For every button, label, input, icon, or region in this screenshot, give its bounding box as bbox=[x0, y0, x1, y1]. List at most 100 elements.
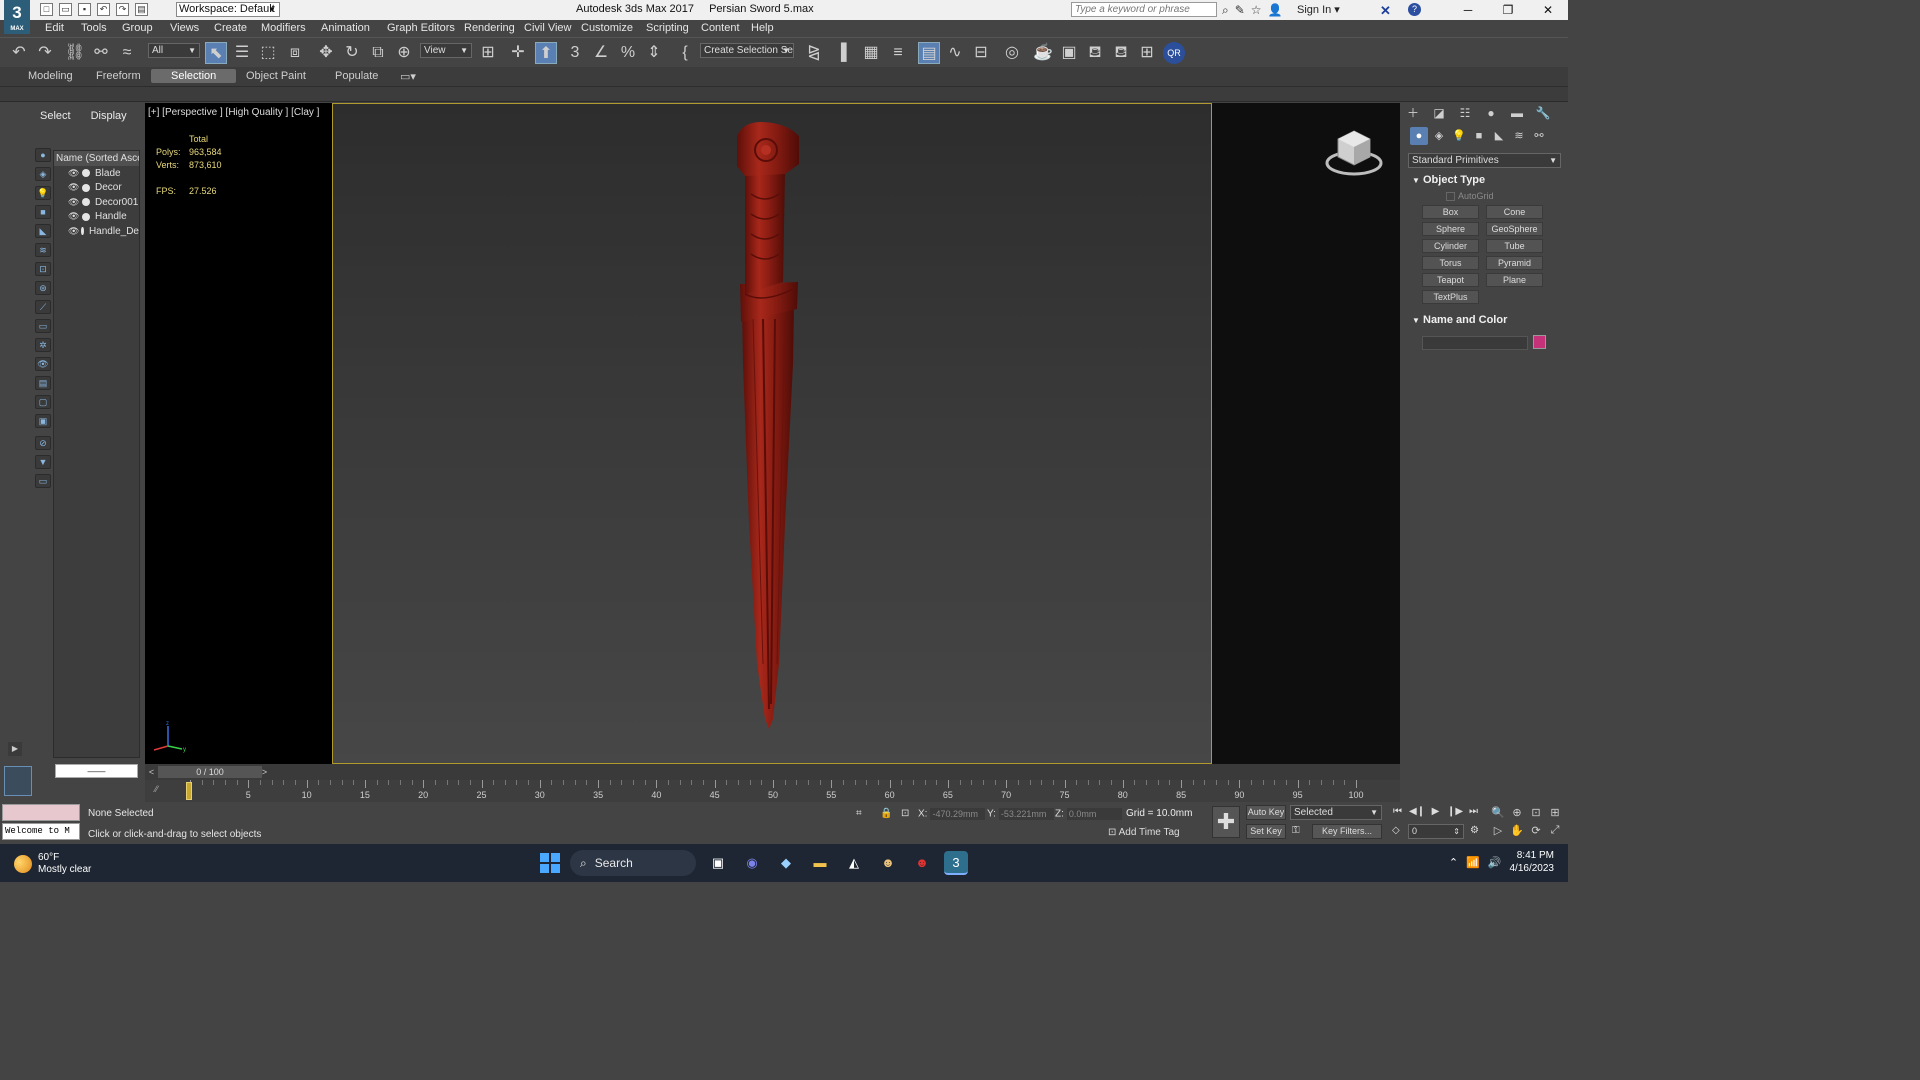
window-crossing-icon[interactable]: ⧈ bbox=[284, 42, 306, 64]
name-and-color-rollout[interactable]: ▼ Name and Color bbox=[1408, 313, 1561, 328]
time-slider[interactable]: < 0 / 100 > bbox=[145, 764, 1400, 780]
visual-studio-icon[interactable]: ◆ bbox=[774, 851, 798, 875]
menu-content[interactable]: Content bbox=[701, 22, 740, 34]
freeze-dot-icon[interactable] bbox=[81, 227, 84, 236]
app-character-icon[interactable]: ☻ bbox=[876, 851, 900, 875]
help-search-input[interactable]: Type a keyword or phrase bbox=[1071, 2, 1217, 17]
reference-coordinate-dropdown[interactable]: View ▼ bbox=[420, 43, 472, 58]
cameras-category-icon[interactable]: ■ bbox=[1470, 127, 1488, 145]
display-bones-icon[interactable]: ⟋ bbox=[35, 300, 51, 314]
menu-scripting[interactable]: Scripting bbox=[646, 22, 689, 34]
display-hidden-icon[interactable]: 👁 bbox=[35, 357, 51, 371]
toggle-ribbon-icon[interactable]: ≡ bbox=[887, 42, 909, 64]
unlink-icon[interactable]: ⚯ bbox=[90, 42, 112, 64]
visibility-eye-icon[interactable]: 👁 bbox=[68, 197, 80, 208]
viewcube-icon[interactable] bbox=[1325, 127, 1383, 179]
systems-category-icon[interactable]: ⚯ bbox=[1530, 127, 1548, 145]
select-object-icon[interactable]: ⬉ bbox=[205, 42, 227, 64]
spacewarps-category-icon[interactable]: ≋ bbox=[1510, 127, 1528, 145]
absolute-mode-icon[interactable]: ⊡ bbox=[901, 808, 909, 819]
time-slider-thumb[interactable]: 0 / 100 bbox=[158, 766, 262, 778]
teams-chat-icon[interactable]: ◉ bbox=[740, 851, 764, 875]
communication-icon[interactable]: ✎ bbox=[1235, 3, 1245, 18]
menu-views[interactable]: Views bbox=[170, 22, 199, 34]
ribbon-tab-freeform[interactable]: Freeform bbox=[96, 70, 141, 82]
y-coordinate-field[interactable]: -53.221mm bbox=[998, 808, 1054, 820]
ribbon-tab-modeling[interactable]: Modeling bbox=[28, 70, 73, 82]
material-editor-icon[interactable]: ◎ bbox=[1001, 42, 1023, 64]
display-tab-icon[interactable]: ▬ bbox=[1504, 103, 1530, 123]
select-manipulate-icon[interactable]: ✛ bbox=[507, 42, 529, 64]
move-icon[interactable]: ✥ bbox=[315, 42, 337, 64]
unity-icon[interactable]: ◭ bbox=[842, 851, 866, 875]
time-slider-prev-icon[interactable]: < bbox=[146, 766, 157, 778]
render-iterative-icon[interactable]: ⛾ bbox=[1110, 42, 1132, 64]
sphere-button[interactable]: Sphere bbox=[1422, 222, 1479, 236]
app-avatar-icon[interactable]: ☻ bbox=[910, 851, 934, 875]
list-item[interactable]: 👁 Handle bbox=[54, 210, 139, 225]
keyboard-shortcut-override-icon[interactable]: ⬆ bbox=[535, 42, 557, 64]
exchange-apps-icon[interactable]: ✕ bbox=[1380, 3, 1391, 19]
redo-icon[interactable]: ↷ bbox=[116, 3, 129, 16]
zoom-extents-all-icon[interactable]: ⊞ bbox=[1547, 806, 1563, 819]
expand-arrow-icon[interactable]: ▶ bbox=[8, 742, 22, 756]
zoom-extents-icon[interactable]: ⊡ bbox=[1528, 806, 1544, 819]
taskbar-search[interactable]: ⌕ Search bbox=[570, 850, 696, 876]
named-selection-dropdown[interactable]: Create Selection Se ▼ bbox=[700, 43, 794, 58]
minimize-icon[interactable]: ─ bbox=[1448, 0, 1488, 20]
display-lights-icon[interactable]: 💡 bbox=[35, 186, 51, 200]
viewport-safe-frame[interactable] bbox=[332, 103, 1212, 764]
freeze-dot-icon[interactable] bbox=[82, 212, 90, 221]
rendered-frame-window-icon[interactable]: ▣ bbox=[1058, 42, 1080, 64]
isolate-selection-icon[interactable]: ⌗ bbox=[856, 808, 862, 819]
viewport-layout-tab[interactable] bbox=[4, 766, 32, 796]
rectangular-selection-icon[interactable]: ⬚ bbox=[257, 42, 279, 64]
display-frozen-icon[interactable]: ✲ bbox=[35, 338, 51, 352]
ribbon-tab-selection[interactable]: Selection bbox=[151, 69, 237, 83]
helpers-category-icon[interactable]: ◣ bbox=[1490, 127, 1508, 145]
explorer-options-icon[interactable]: ▭ bbox=[35, 474, 51, 488]
track-bar[interactable]: 5 10 15 20 25 30 35 40 45 50 55 60 65 70 75 80 85 90 95 100… bbox=[145, 780, 1400, 802]
percent-snap-icon[interactable]: % bbox=[617, 42, 639, 64]
object-type-rollout[interactable]: ▼ Object Type bbox=[1408, 173, 1561, 188]
scene-explorer-select-menu[interactable]: Select bbox=[40, 110, 71, 122]
scale-icon[interactable]: ⧉ bbox=[367, 42, 389, 64]
show-hidden-icons-icon[interactable]: ⌃ bbox=[1449, 856, 1458, 869]
place-icon[interactable]: ⊕ bbox=[393, 42, 415, 64]
select-by-name-icon[interactable]: ☰ bbox=[231, 42, 253, 64]
play-icon[interactable]: ▶ bbox=[1428, 806, 1443, 817]
volume-icon[interactable]: 🔊 bbox=[1488, 856, 1502, 869]
app-logo-icon[interactable]: 3 MAX bbox=[4, 0, 30, 34]
display-geometry-icon[interactable]: ● bbox=[35, 148, 51, 162]
mirror-icon[interactable]: ⧎ bbox=[803, 42, 825, 64]
redo-icon[interactable]: ↷ bbox=[34, 42, 56, 64]
motion-tab-icon[interactable]: ● bbox=[1478, 103, 1504, 123]
add-time-tag[interactable]: ⊡ Add Time Tag bbox=[1108, 827, 1180, 838]
render-online-icon[interactable]: ⊞ bbox=[1136, 42, 1158, 64]
snaps-toggle-icon[interactable]: 3 bbox=[564, 42, 586, 64]
ribbon-tab-object-paint[interactable]: Object Paint bbox=[246, 70, 306, 82]
freeze-dot-icon[interactable] bbox=[82, 183, 90, 192]
autogrid-checkbox[interactable]: AutoGrid bbox=[1446, 191, 1494, 201]
object-color-swatch[interactable] bbox=[1533, 335, 1546, 349]
link-icon[interactable]: ⛓ bbox=[64, 42, 86, 64]
menu-create[interactable]: Create bbox=[214, 22, 247, 34]
wifi-icon[interactable]: 📶 bbox=[1466, 856, 1480, 869]
menu-tools[interactable]: Tools bbox=[81, 22, 107, 34]
display-groups-icon[interactable]: ⊡ bbox=[35, 262, 51, 276]
3dsmax-taskbar-icon[interactable]: 3 bbox=[944, 851, 968, 875]
cylinder-button[interactable]: Cylinder bbox=[1422, 239, 1479, 253]
undo-icon[interactable]: ↶ bbox=[97, 3, 110, 16]
display-none-icon[interactable]: ▢ bbox=[35, 395, 51, 409]
current-frame-field[interactable]: 0 ⇕ bbox=[1408, 824, 1464, 839]
pyramid-button[interactable]: Pyramid bbox=[1486, 256, 1543, 270]
set-key-button[interactable]: Set Key bbox=[1246, 824, 1286, 839]
bind-space-warp-icon[interactable]: ≈ bbox=[116, 42, 138, 64]
plane-button[interactable]: Plane bbox=[1486, 273, 1543, 287]
menu-customize[interactable]: Customize bbox=[581, 22, 633, 34]
display-all-icon[interactable]: ▤ bbox=[35, 376, 51, 390]
box-button[interactable]: Box bbox=[1422, 205, 1479, 219]
help-icon[interactable]: ? bbox=[1408, 3, 1421, 16]
time-cursor[interactable] bbox=[186, 782, 192, 800]
pivot-center-icon[interactable]: ⊞ bbox=[477, 42, 499, 64]
